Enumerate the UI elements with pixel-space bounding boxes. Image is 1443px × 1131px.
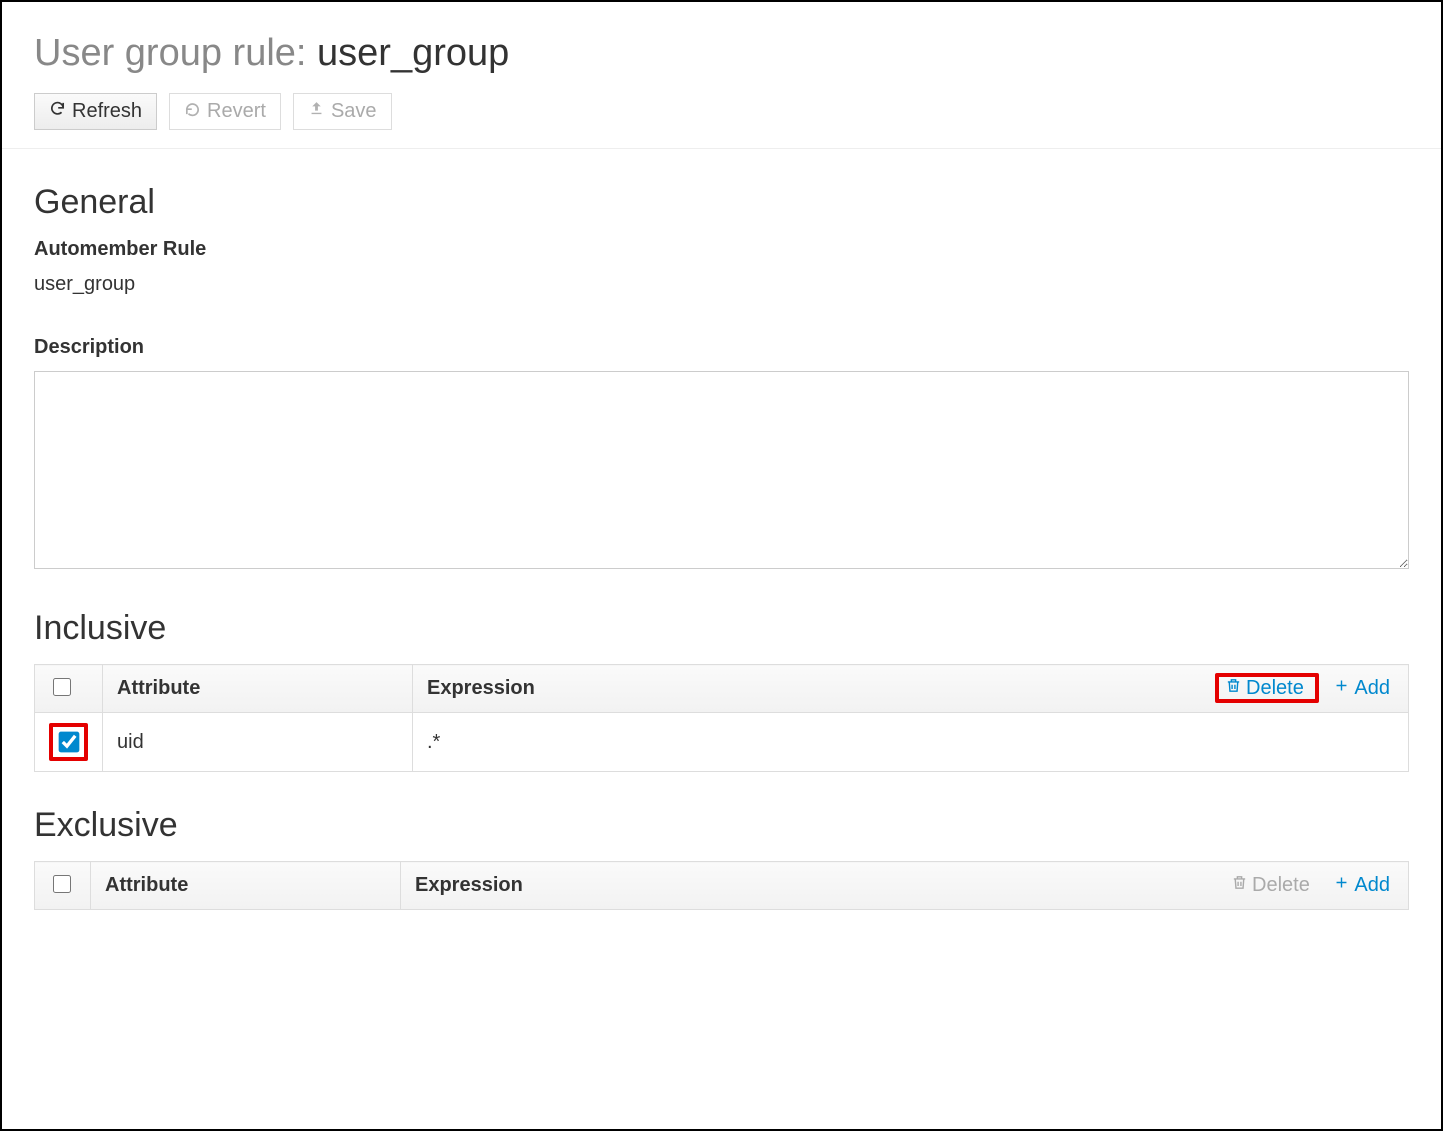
refresh-button[interactable]: Refresh <box>34 93 157 130</box>
inclusive-select-all-cell <box>35 665 103 713</box>
exclusive-add-label: Add <box>1354 874 1390 897</box>
highlight-checkbox <box>49 723 88 761</box>
plus-icon <box>1333 874 1350 897</box>
highlight-delete: Delete <box>1215 673 1319 703</box>
exclusive-add-button[interactable]: Add <box>1329 872 1394 899</box>
exclusive-delete-button[interactable]: Delete <box>1227 872 1314 899</box>
inclusive-add-label: Add <box>1354 677 1390 700</box>
inclusive-select-all-checkbox[interactable] <box>53 678 71 696</box>
inclusive-delete-label: Delete <box>1246 677 1304 700</box>
description-textarea[interactable] <box>34 371 1409 569</box>
trash-icon <box>1231 874 1248 897</box>
automember-rule-label: Automember Rule <box>34 238 1409 261</box>
inclusive-delete-button[interactable]: Delete <box>1221 675 1308 702</box>
inclusive-add-button[interactable]: Add <box>1329 675 1394 702</box>
inclusive-expression-header: Expression Delete <box>413 665 1409 713</box>
inclusive-actions: Delete Add <box>1215 675 1394 702</box>
general-heading: General <box>34 183 1409 222</box>
exclusive-select-all-cell <box>35 862 91 910</box>
inclusive-row-attribute: uid <box>103 713 413 772</box>
table-row: uid .* <box>35 713 1409 772</box>
description-label: Description <box>34 336 1409 359</box>
inclusive-row-expression: .* <box>413 713 1409 772</box>
automember-rule-value: user_group <box>34 273 1409 296</box>
refresh-label: Refresh <box>72 100 142 123</box>
exclusive-expression-header: Expression Delete <box>401 862 1409 910</box>
upload-icon <box>308 100 325 123</box>
trash-icon <box>1225 677 1242 700</box>
exclusive-attribute-header: Attribute <box>91 862 401 910</box>
inclusive-row-checkbox-cell <box>35 713 103 772</box>
save-button[interactable]: Save <box>293 93 392 130</box>
undo-icon <box>184 100 201 123</box>
save-label: Save <box>331 100 377 123</box>
inclusive-attribute-header: Attribute <box>103 665 413 713</box>
exclusive-actions: Delete Add <box>1227 872 1394 899</box>
page-title-name: user_group <box>317 32 509 74</box>
inclusive-row-checkbox[interactable] <box>59 732 80 753</box>
plus-icon <box>1333 677 1350 700</box>
exclusive-select-all-checkbox[interactable] <box>53 875 71 893</box>
page-title: User group rule: user_group <box>34 32 1409 75</box>
inclusive-expression-header-label: Expression <box>427 677 535 700</box>
inclusive-table: Attribute Expression Delet <box>34 664 1409 772</box>
page-title-prefix: User group rule: <box>34 32 317 74</box>
inclusive-heading: Inclusive <box>34 609 1409 648</box>
toolbar: Refresh Revert Save <box>2 93 1441 149</box>
revert-label: Revert <box>207 100 266 123</box>
refresh-icon <box>49 100 66 123</box>
revert-button[interactable]: Revert <box>169 93 281 130</box>
exclusive-delete-label: Delete <box>1252 874 1310 897</box>
exclusive-expression-header-label: Expression <box>415 874 523 897</box>
exclusive-heading: Exclusive <box>34 806 1409 845</box>
exclusive-table: Attribute Expression Delete <box>34 861 1409 910</box>
